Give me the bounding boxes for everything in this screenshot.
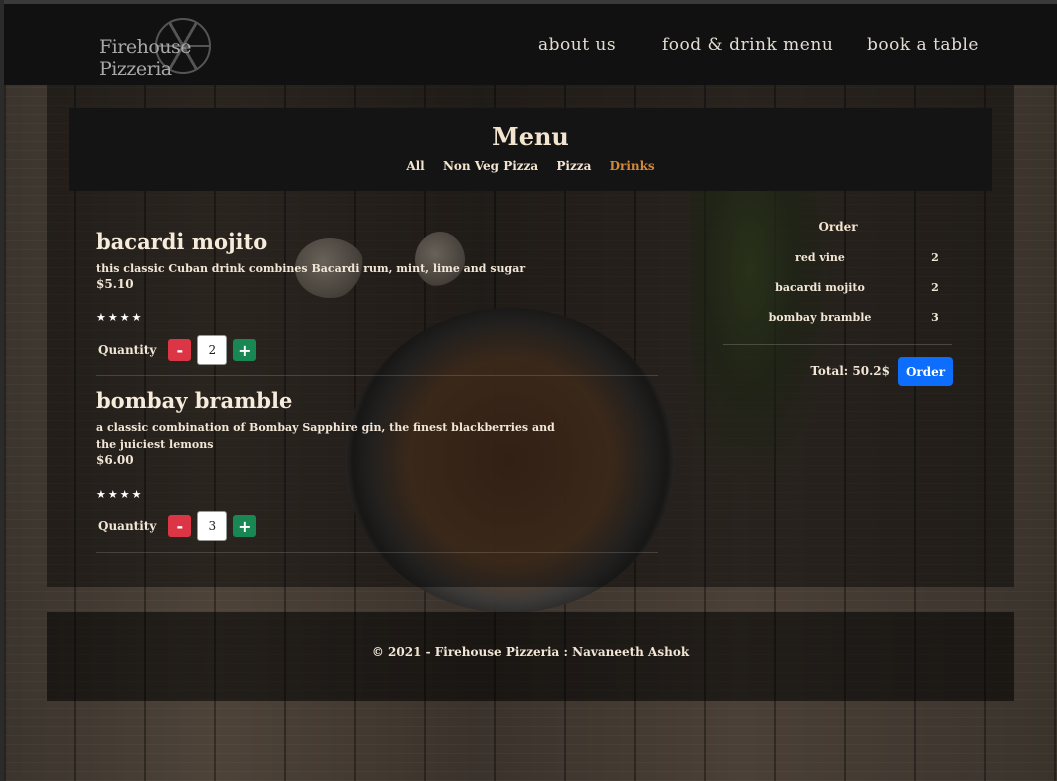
order-item-name: bombay bramble [768, 311, 872, 324]
nav-link-about[interactable]: about us [538, 35, 616, 55]
item-price: $5.10 [96, 277, 134, 291]
tab-all[interactable]: All [406, 159, 424, 173]
brand-name: Firehouse Pizzeria [99, 36, 192, 80]
increase-quantity-button[interactable]: + [233, 515, 257, 537]
item-description: a classic combination of Bombay Sapphire… [96, 421, 555, 451]
footer: © 2021 - Firehouse Pizzeria : Navaneeth … [47, 612, 1014, 701]
order-item-qty: 2 [931, 251, 939, 264]
nav-link-menu[interactable]: food & drink menu [662, 35, 833, 55]
order-line: red vine 2 [724, 251, 952, 269]
menu-title: Menu [492, 122, 569, 151]
item-divider [96, 552, 658, 553]
brand-logo[interactable]: Firehouse Pizzeria [99, 18, 239, 80]
menu-item: bacardi mojito this classic Cuban drink … [96, 229, 658, 376]
order-item-qty: 3 [931, 311, 939, 324]
quantity-control: Quantity - 3 + [98, 511, 257, 541]
tab-pizza[interactable]: Pizza [556, 159, 591, 173]
order-divider [723, 344, 952, 345]
menu-header: Menu All Non Veg Pizza Pizza Drinks [69, 108, 992, 191]
item-rating-stars: ★★★★ [96, 488, 144, 501]
nav-link-book-table[interactable]: book a table [867, 35, 979, 55]
increase-quantity-button[interactable]: + [233, 339, 257, 361]
place-order-button[interactable]: Order [898, 357, 953, 386]
menu-item: bombay bramble a classic combination of … [96, 388, 658, 553]
tab-drinks[interactable]: Drinks [610, 159, 655, 173]
quantity-input[interactable]: 2 [197, 335, 228, 365]
item-divider [96, 375, 658, 376]
item-name: bacardi mojito [96, 229, 268, 254]
tab-non-veg-pizza[interactable]: Non Veg Pizza [443, 159, 538, 173]
order-line: bacardi mojito 2 [724, 281, 952, 299]
navbar: Firehouse Pizzeria about us food & drink… [4, 4, 1057, 85]
order-total: Total: 50.2$ [810, 364, 890, 378]
decrease-quantity-button[interactable]: - [168, 515, 192, 537]
item-rating-stars: ★★★★ [96, 311, 144, 324]
quantity-label: Quantity [98, 519, 157, 533]
order-line: bombay bramble 3 [724, 311, 952, 329]
item-price: $6.00 [96, 453, 134, 467]
decrease-quantity-button[interactable]: - [168, 339, 192, 361]
order-item-name: red vine [795, 251, 845, 264]
order-item-qty: 2 [931, 281, 939, 294]
quantity-label: Quantity [98, 343, 157, 357]
item-description: this classic Cuban drink combines Bacard… [96, 262, 526, 275]
order-item-name: bacardi mojito [775, 281, 865, 294]
quantity-control: Quantity - 2 + [98, 335, 257, 365]
quantity-input[interactable]: 3 [197, 511, 228, 541]
item-name: bombay bramble [96, 388, 293, 413]
category-tabs: All Non Veg Pizza Pizza Drinks [69, 159, 992, 173]
order-title: Order [818, 220, 858, 234]
footer-copyright: © 2021 - Firehouse Pizzeria : Navaneeth … [371, 645, 690, 659]
